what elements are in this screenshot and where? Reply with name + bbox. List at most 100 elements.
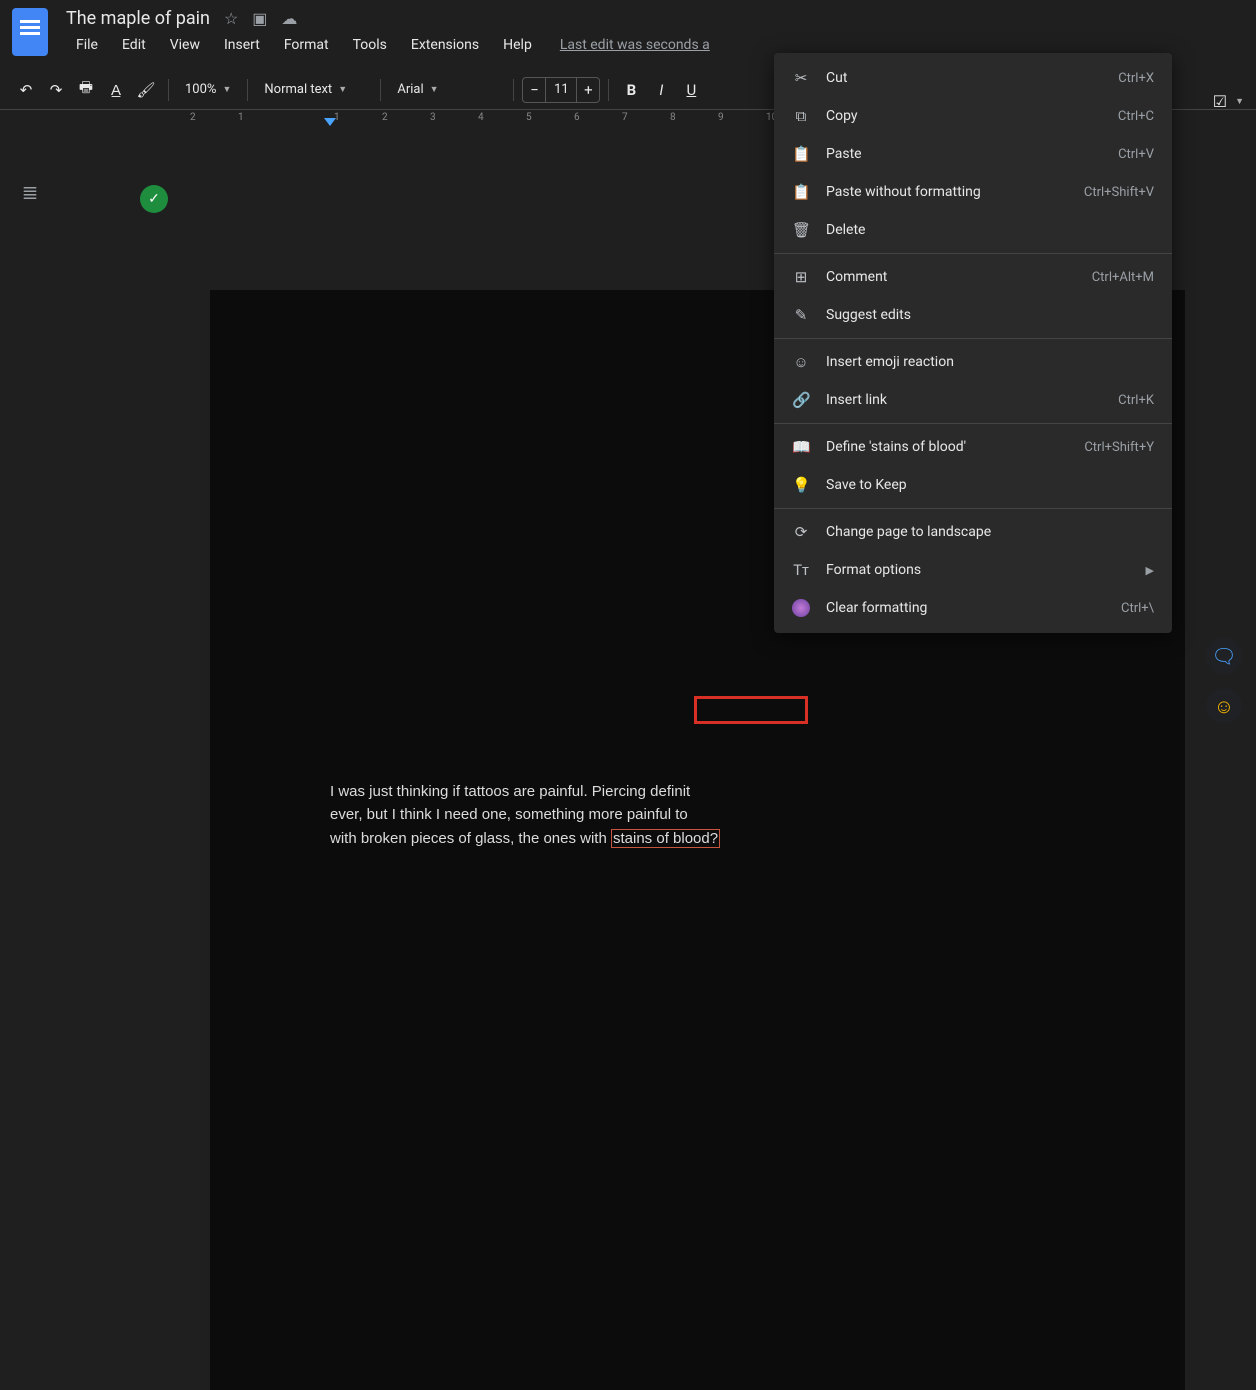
context-menu-item[interactable]: ⊞ Comment Ctrl+Alt+M — [774, 258, 1172, 296]
menu-extensions[interactable]: Extensions — [401, 33, 489, 57]
context-menu-shortcut: Ctrl+Shift+V — [1084, 185, 1154, 200]
font-select[interactable]: Arial▼ — [389, 82, 505, 97]
context-menu-label: Comment — [826, 269, 1076, 285]
context-menu-icon: 🗑 — [792, 221, 810, 239]
menu-edit[interactable]: Edit — [112, 33, 156, 57]
bold-button[interactable]: B — [617, 76, 645, 104]
menu-help[interactable]: Help — [493, 33, 542, 57]
context-menu-label: Save to Keep — [826, 477, 1154, 493]
context-menu-label: Change page to landscape — [826, 524, 1154, 540]
context-menu-label: Clear formatting — [826, 600, 1105, 616]
context-menu-icon: 📋 — [792, 145, 810, 163]
context-menu-item[interactable]: ⧉ Copy Ctrl+C — [774, 97, 1172, 135]
ruler-tick: 3 — [430, 112, 436, 123]
context-menu-item[interactable]: 🔗 Insert link Ctrl+K — [774, 381, 1172, 419]
add-comment-button[interactable]: 🗨 — [1206, 638, 1242, 674]
docs-logo[interactable] — [12, 8, 48, 56]
ruler-tick: 4 — [478, 112, 484, 123]
context-menu-separator — [774, 423, 1172, 424]
font-size-value[interactable]: 11 — [545, 78, 577, 102]
zoom-select[interactable]: 100%▼ — [177, 82, 239, 97]
document-title[interactable]: The maple of pain — [66, 8, 210, 29]
context-menu-label: Suggest edits — [826, 307, 1154, 323]
context-menu-label: Delete — [826, 222, 1154, 238]
spellcheck-button[interactable]: A̲ — [102, 76, 130, 104]
submenu-arrow-icon: ▶ — [1146, 564, 1154, 577]
ruler-tick: 6 — [574, 112, 580, 123]
context-menu-shortcut: Ctrl+X — [1118, 71, 1154, 86]
context-menu-item[interactable]: 💡 Save to Keep — [774, 466, 1172, 504]
menu-tools[interactable]: Tools — [343, 33, 397, 57]
context-menu-shortcut: Ctrl+K — [1118, 393, 1154, 408]
context-menu-item[interactable]: 🗑 Delete — [774, 211, 1172, 249]
context-menu-item[interactable]: Clear formatting Ctrl+\ — [774, 589, 1172, 627]
context-menu-label: Format options — [826, 562, 1130, 578]
context-menu-label: Paste — [826, 146, 1102, 162]
context-menu-item[interactable]: ⟳ Change page to landscape — [774, 513, 1172, 551]
document-body-text[interactable]: I was just thinking if tattoos are painf… — [330, 780, 1145, 850]
context-menu-shortcut: Ctrl+C — [1118, 109, 1154, 124]
context-menu-shortcut: Ctrl+Shift+Y — [1084, 440, 1154, 455]
star-icon[interactable]: ☆ — [224, 9, 238, 28]
move-icon[interactable]: ▣ — [252, 9, 267, 28]
context-menu-icon: 📖 — [792, 438, 810, 456]
ruler-tick: 7 — [622, 112, 628, 123]
context-menu-label: Insert link — [826, 392, 1102, 408]
underline-button[interactable]: U — [677, 76, 705, 104]
ruler-tick: 8 — [670, 112, 676, 123]
editing-mode-menu[interactable]: ☑ ▼ — [1213, 92, 1244, 111]
context-menu-label: Paste without formatting — [826, 184, 1068, 200]
user-avatar-icon — [792, 599, 810, 617]
redo-button[interactable]: ↷ — [42, 76, 70, 104]
context-menu-shortcut: Ctrl+\ — [1121, 601, 1154, 616]
undo-button[interactable]: ↶ — [12, 76, 40, 104]
context-menu-item[interactable]: Tᴛ Format options ▶ — [774, 551, 1172, 589]
cloud-status-icon[interactable]: ☁ — [281, 9, 297, 28]
context-menu-icon: 📋 — [792, 183, 810, 201]
context-menu-label: Copy — [826, 108, 1102, 124]
context-menu-label: Insert emoji reaction — [826, 354, 1154, 370]
context-menu-icon: ✎ — [792, 306, 810, 324]
menu-bar: FileEditViewInsertFormatToolsExtensionsH… — [66, 33, 710, 57]
context-menu-icon: 💡 — [792, 476, 810, 494]
paint-format-button[interactable]: 🖌 — [132, 76, 160, 104]
context-menu-item[interactable]: 📖 Define 'stains of blood' Ctrl+Shift+Y — [774, 428, 1172, 466]
context-menu-icon: Tᴛ — [792, 561, 810, 579]
context-menu-separator — [774, 338, 1172, 339]
menu-format[interactable]: Format — [274, 33, 339, 57]
add-emoji-reaction-button[interactable]: ☺ — [1206, 688, 1242, 724]
context-menu-label: Define 'stains of blood' — [826, 439, 1068, 455]
selected-text[interactable]: stains of blood? — [611, 829, 720, 848]
font-size-decrease[interactable]: − — [523, 81, 545, 99]
context-menu-shortcut: Ctrl+V — [1118, 147, 1154, 162]
document-outline-icon[interactable]: ≣ — [22, 180, 39, 204]
context-menu-icon: ⧉ — [792, 107, 810, 125]
context-menu-icon: ⊞ — [792, 268, 810, 286]
paragraph-style-select[interactable]: Normal text▼ — [256, 82, 372, 97]
menu-insert[interactable]: Insert — [214, 33, 270, 57]
context-menu-item[interactable]: 📋 Paste Ctrl+V — [774, 135, 1172, 173]
menu-file[interactable]: File — [66, 33, 108, 57]
font-size-stepper[interactable]: − 11 + — [522, 77, 600, 103]
context-menu-item[interactable]: ✎ Suggest edits — [774, 296, 1172, 334]
context-menu-shortcut: Ctrl+Alt+M — [1092, 270, 1154, 285]
menu-view[interactable]: View — [160, 33, 210, 57]
last-edit-link[interactable]: Last edit was seconds a — [560, 37, 710, 53]
ruler-tick: 1 — [334, 112, 340, 123]
ruler-tick: 5 — [526, 112, 532, 123]
context-menu-label: Cut — [826, 70, 1102, 86]
context-menu-item[interactable]: ✂CutCtrl+X — [774, 59, 1172, 97]
context-menu-icon: ⟳ — [792, 523, 810, 541]
context-menu: ✂CutCtrl+X⧉CopyCtrl+C📋PasteCtrl+V📋Paste … — [774, 53, 1172, 633]
checklist-icon: ☑ — [1213, 92, 1227, 111]
context-menu-item[interactable]: ☺Insert emoji reaction — [774, 343, 1172, 381]
ruler-tick: 1 — [238, 112, 244, 123]
context-menu-separator — [774, 508, 1172, 509]
ruler-tick: 2 — [190, 112, 196, 123]
print-button[interactable]: 🖶 — [72, 76, 100, 104]
italic-button[interactable]: I — [647, 76, 675, 104]
context-menu-icon: 🔗 — [792, 391, 810, 409]
context-menu-item[interactable]: 📋 Paste without formatting Ctrl+Shift+V — [774, 173, 1172, 211]
suggestion-accept-badge[interactable]: ✓ — [130, 175, 178, 223]
font-size-increase[interactable]: + — [577, 81, 599, 99]
